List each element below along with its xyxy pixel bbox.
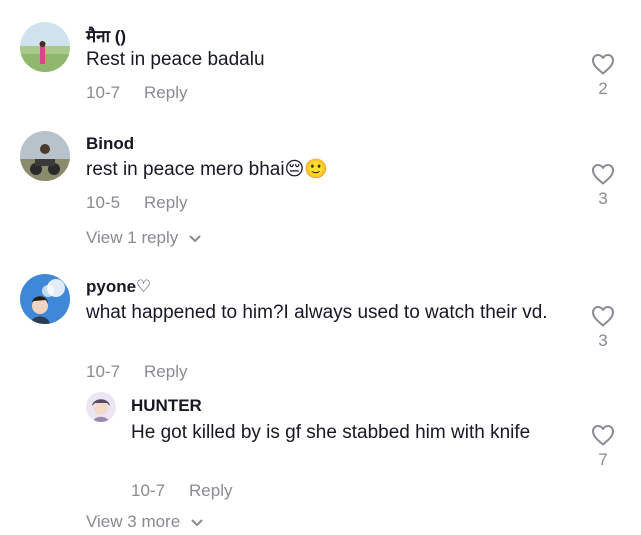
chevron-down-icon bbox=[189, 235, 201, 242]
avatar[interactable] bbox=[20, 22, 70, 72]
view-more-replies-button[interactable]: View 3 more bbox=[86, 512, 203, 532]
comment-date: 10-7 bbox=[86, 362, 121, 381]
like-count: 3 bbox=[598, 189, 608, 208]
like-button[interactable]: 2 bbox=[586, 53, 620, 99]
reply-button[interactable]: Reply bbox=[144, 83, 187, 102]
comment-meta: 10-5 Reply bbox=[86, 193, 188, 213]
comment-meta: 10-7 Reply bbox=[86, 83, 188, 103]
like-button[interactable]: 7 bbox=[586, 424, 620, 470]
like-button[interactable]: 3 bbox=[586, 305, 620, 351]
view-more-label: View 3 more bbox=[86, 512, 181, 531]
heart-outline-icon bbox=[592, 54, 614, 75]
heart-outline-icon bbox=[592, 425, 614, 446]
view-replies-label: View 1 reply bbox=[86, 228, 179, 247]
avatar[interactable] bbox=[20, 274, 70, 324]
like-count: 2 bbox=[598, 79, 608, 98]
reply-username[interactable]: HUNTER bbox=[131, 396, 202, 416]
chevron-down-icon bbox=[191, 519, 203, 526]
reply-button[interactable]: Reply bbox=[144, 193, 187, 212]
like-count: 7 bbox=[598, 450, 608, 469]
reply-text: He got killed by is gf she stabbed him w… bbox=[131, 422, 531, 443]
comment-username[interactable]: Binod bbox=[86, 134, 134, 154]
comment-date: 10-5 bbox=[86, 193, 121, 212]
comment-text: what happened to him?I always used to wa… bbox=[86, 302, 548, 323]
comment-text: rest in peace mero bhai😔🙂 bbox=[86, 159, 329, 180]
comment-text: Rest in peace badalu bbox=[86, 49, 265, 70]
reply-button[interactable]: Reply bbox=[189, 481, 232, 500]
avatar[interactable] bbox=[20, 131, 70, 181]
comment-username[interactable]: pyone♡ bbox=[86, 277, 151, 297]
avatar[interactable] bbox=[86, 392, 116, 422]
comment-date: 10-7 bbox=[86, 83, 121, 102]
like-button[interactable]: 3 bbox=[586, 163, 620, 209]
heart-outline-icon bbox=[592, 164, 614, 185]
reply-meta: 10-7 Reply bbox=[131, 481, 233, 501]
view-replies-button[interactable]: View 1 reply bbox=[86, 228, 201, 248]
comment-meta: 10-7 Reply bbox=[86, 362, 188, 382]
like-count: 3 bbox=[598, 331, 608, 350]
heart-outline-icon bbox=[592, 306, 614, 327]
reply-button[interactable]: Reply bbox=[144, 362, 187, 381]
reply-date: 10-7 bbox=[131, 481, 166, 500]
comment-username[interactable]: मैना () bbox=[86, 24, 126, 47]
